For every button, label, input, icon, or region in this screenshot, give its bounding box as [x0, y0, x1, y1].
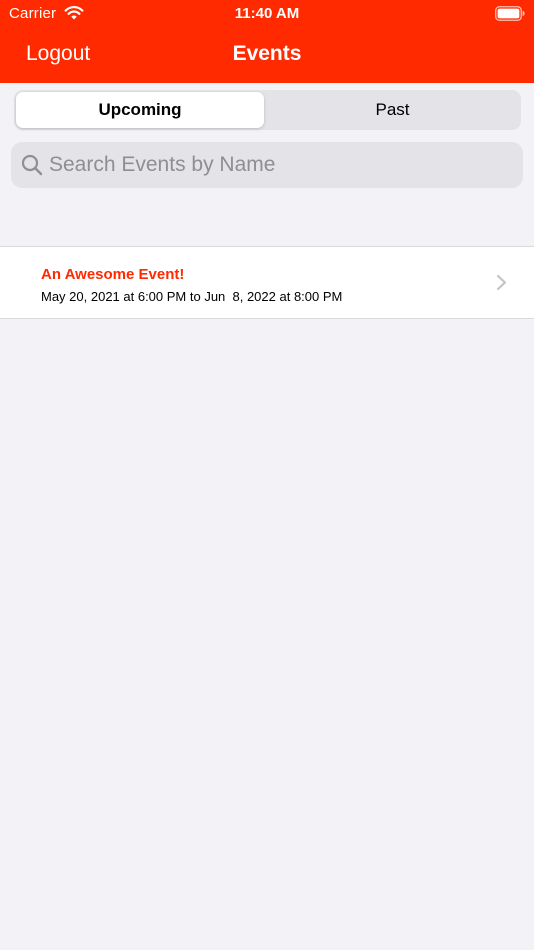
- status-bar: Carrier 11:40 AM: [0, 0, 534, 28]
- battery-icon: [495, 6, 525, 21]
- event-name: An Awesome Event!: [41, 266, 185, 283]
- events-list: An Awesome Event! May 20, 2021 at 6:00 P…: [0, 246, 534, 319]
- page-title: Events: [232, 42, 302, 65]
- event-dates: May 20, 2021 at 6:00 PM to Jun 8, 2022 a…: [41, 289, 343, 304]
- chevron-right-icon: [496, 274, 507, 291]
- search-bar: [11, 142, 523, 188]
- list-item[interactable]: An Awesome Event! May 20, 2021 at 6:00 P…: [0, 247, 534, 318]
- search-input[interactable]: [49, 142, 509, 188]
- search-icon: [21, 154, 43, 176]
- header: Carrier 11:40 AM Logout Events: [0, 0, 534, 83]
- events-segmented-control: Upcoming Past: [14, 90, 521, 130]
- status-time: 11:40 AM: [234, 5, 300, 22]
- nav-bar: Logout Events: [0, 28, 534, 83]
- segment-upcoming[interactable]: Upcoming: [16, 92, 264, 128]
- segment-past[interactable]: Past: [266, 92, 519, 128]
